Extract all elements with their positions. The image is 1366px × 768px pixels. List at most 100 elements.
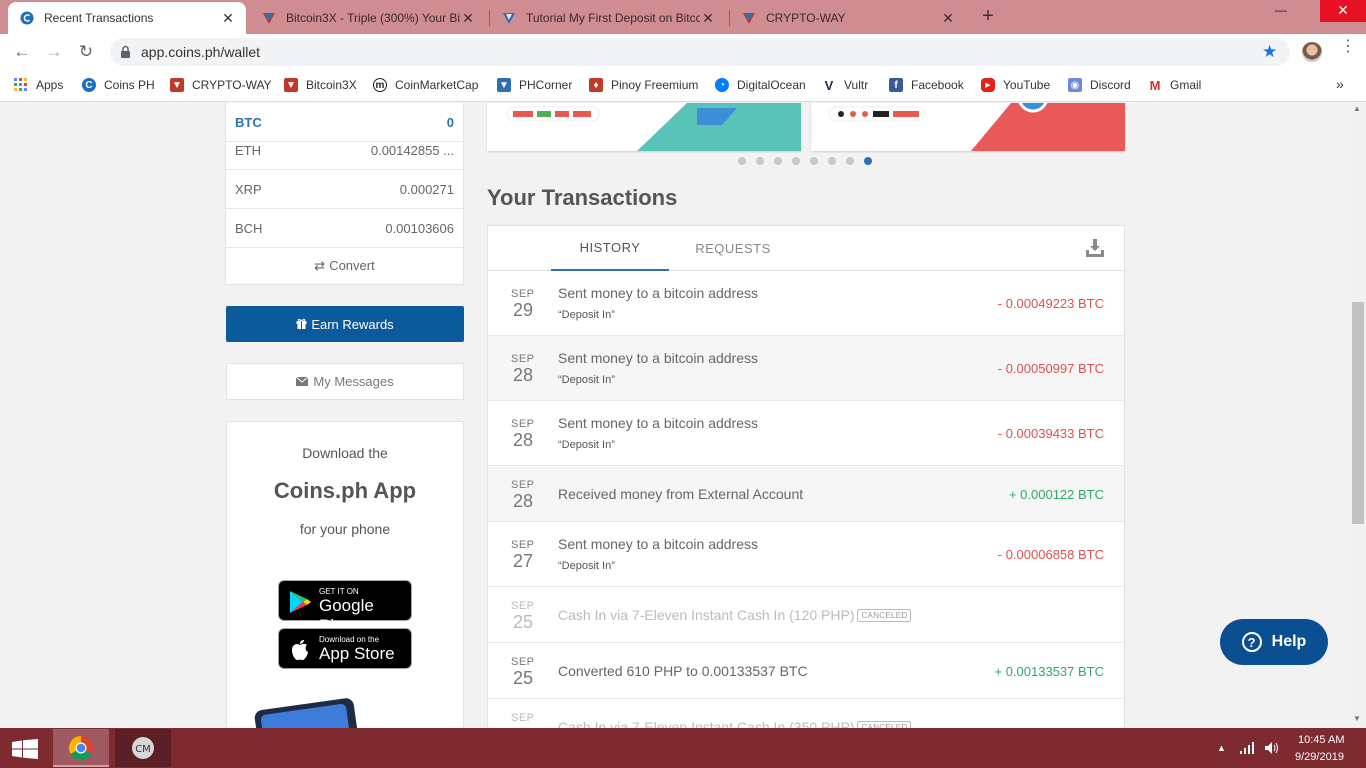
tab-history[interactable]: HISTORY — [551, 226, 669, 271]
bookmark-label: CRYPTO-WAY — [192, 78, 272, 92]
bookmark-vultr[interactable]: V Vultr — [822, 76, 868, 94]
wallet-row-eth[interactable]: ETH 0.00142855 ... — [226, 131, 463, 170]
windows-taskbar — [0, 728, 1366, 768]
carousel-dot[interactable] — [792, 157, 800, 165]
transaction-row[interactable]: SEP 25 Cash In via 7-Eleven Instant Cash… — [488, 587, 1124, 643]
bookmark-coinmarketcap[interactable]: m CoinMarketCap — [373, 76, 478, 94]
network-icon[interactable] — [1239, 741, 1255, 758]
app-store-badge[interactable]: Download on the App Store — [278, 628, 412, 669]
tab-crypto-way[interactable]: CRYPTO-WAY ✕ — [730, 2, 966, 34]
tx-description: Received money from External Account — [558, 486, 804, 502]
taskbar-app[interactable]: CM — [115, 729, 171, 767]
bookmark-gmail[interactable]: M Gmail — [1148, 76, 1201, 94]
gift-icon — [296, 317, 307, 332]
minimize-button[interactable]: — — [1258, 0, 1304, 22]
wallet-row-xrp[interactable]: XRP 0.000271 — [226, 170, 463, 209]
promo-banner-1[interactable] — [487, 103, 801, 151]
carousel-dot[interactable] — [828, 157, 836, 165]
browser-menu-icon[interactable]: ⋮ — [1340, 39, 1356, 55]
tx-description: Sent money to a bitcoin address — [558, 415, 759, 431]
bookmark-coins-ph[interactable]: C Coins PH — [82, 76, 155, 94]
app-icon: CM — [132, 737, 154, 759]
wallet-value: 0.000271 — [399, 181, 454, 197]
shield-logo-icon: ▼ — [170, 78, 184, 92]
bookmark-pinoy-freemium[interactable]: ♦ Pinoy Freemium — [589, 76, 698, 94]
for-your-phone-text: for your phone — [299, 521, 391, 537]
forward-button[interactable]: → — [42, 40, 66, 64]
google-play-icon — [287, 589, 313, 615]
transaction-row[interactable]: SEP 25 Converted 610 PHP to 0.00133537 B… — [488, 643, 1124, 699]
profile-avatar[interactable] — [1302, 42, 1322, 62]
bookmark-star-icon[interactable]: ★ — [1262, 42, 1277, 62]
transaction-row[interactable]: SEP 27 Sent money to a bitcoin address “… — [488, 522, 1124, 587]
my-messages-button[interactable]: My Messages — [226, 363, 464, 400]
url-text[interactable]: app.coins.ph/wallet — [141, 44, 260, 60]
promo-banner-2[interactable] — [811, 103, 1125, 151]
convert-button[interactable]: ⇄ Convert — [226, 247, 463, 284]
transaction-row[interactable]: SEP 28 Sent money to a bitcoin address “… — [488, 336, 1124, 401]
tab-title: Recent Transactions — [44, 11, 154, 25]
svg-text:CM: CM — [135, 744, 151, 755]
clock-date[interactable]: 9/29/2019 — [1295, 751, 1344, 763]
transactions-panel: HISTORY REQUESTS SEP 29 Sent money to a … — [487, 225, 1125, 745]
tab-bitcoin3x[interactable]: Bitcoin3X - Triple (300%) Your Bi ✕ — [250, 2, 486, 34]
scroll-up-arrow-icon[interactable]: ▲ — [1353, 104, 1361, 113]
download-icon[interactable] — [1085, 238, 1105, 258]
tray-overflow-icon[interactable]: ▲ — [1217, 743, 1226, 753]
help-button[interactable]: ? Help — [1220, 619, 1328, 665]
scrollbar-thumb[interactable] — [1352, 302, 1364, 524]
app-name-heading: Coins.ph App — [273, 478, 417, 503]
carousel-dot[interactable] — [810, 157, 818, 165]
carousel-dot[interactable] — [738, 157, 746, 165]
bookmark-digitalocean[interactable]: ◔ DigitalOcean — [715, 76, 806, 94]
clock-time[interactable]: 10:45 AM — [1298, 734, 1344, 746]
windows-start-icon[interactable] — [12, 739, 38, 759]
close-window-button[interactable]: ✕ — [1320, 0, 1366, 22]
address-bar[interactable] — [110, 38, 1290, 66]
transaction-row[interactable]: SEP 29 Sent money to a bitcoin address “… — [488, 271, 1124, 336]
download-app-card: Download the Coins.ph App for your phone… — [226, 421, 464, 751]
bookmark-phcorner[interactable]: ▼ PHCorner — [497, 76, 572, 94]
bookmarks-overflow-button[interactable]: » — [1336, 76, 1344, 92]
bookmark-bitcoin3x[interactable]: ▼ Bitcoin3X — [284, 76, 357, 94]
bookmark-label: CoinMarketCap — [395, 78, 479, 92]
wallet-currency: ETH — [235, 142, 261, 158]
carousel-dot-active[interactable] — [864, 157, 872, 165]
carousel-dot[interactable] — [846, 157, 854, 165]
carousel-dot[interactable] — [756, 157, 764, 165]
tx-month: SEP — [511, 539, 535, 551]
close-tab-icon[interactable]: ✕ — [940, 10, 956, 27]
google-play-badge[interactable]: GET IT ON Google Play — [278, 580, 412, 635]
earn-rewards-button[interactable]: Earn Rewards — [226, 306, 464, 342]
bookmark-youtube[interactable]: ▶ YouTube — [981, 76, 1050, 94]
taskbar-chrome[interactable] — [53, 729, 109, 767]
tab-tutorial[interactable]: Tutorial My First Deposit on Bitco ✕ — [490, 2, 726, 34]
coins-ph-icon — [20, 11, 34, 25]
tab-requests[interactable]: REQUESTS — [674, 226, 792, 271]
scroll-down-arrow-icon[interactable]: ▼ — [1353, 714, 1361, 723]
bookmark-label: DigitalOcean — [737, 78, 806, 92]
tx-day: 28 — [513, 491, 534, 511]
phcorner-icon: ▼ — [497, 78, 511, 92]
close-tab-icon[interactable]: ✕ — [700, 10, 716, 27]
transaction-row[interactable]: SEP 28 Received money from External Acco… — [488, 466, 1124, 522]
wallet-currency: XRP — [235, 181, 262, 197]
discord-icon: ◉ — [1068, 78, 1082, 92]
back-button[interactable]: ← — [10, 40, 34, 64]
bookmark-apps[interactable]: Apps — [14, 76, 63, 94]
volume-icon[interactable] — [1264, 741, 1280, 758]
wallet-value: 0.00142855 ... — [370, 142, 454, 158]
transaction-row[interactable]: SEP 28 Sent money to a bitcoin address “… — [488, 401, 1124, 466]
close-tab-icon[interactable]: ✕ — [460, 10, 476, 27]
bookmark-discord[interactable]: ◉ Discord — [1068, 76, 1131, 94]
bookmark-facebook[interactable]: f Facebook — [889, 76, 964, 94]
reload-button[interactable]: ↻ — [74, 40, 98, 64]
wallet-value: 0 — [446, 114, 454, 130]
new-tab-button[interactable]: + — [978, 6, 998, 28]
close-tab-icon[interactable]: ✕ — [220, 10, 236, 27]
wallet-row-bch[interactable]: BCH 0.00103606 — [226, 209, 463, 248]
phcorner-icon — [502, 11, 516, 25]
tab-recent-transactions[interactable]: Recent Transactions ✕ — [8, 2, 246, 34]
bookmark-crypto-way[interactable]: ▼ CRYPTO-WAY — [170, 76, 272, 94]
carousel-dot[interactable] — [774, 157, 782, 165]
